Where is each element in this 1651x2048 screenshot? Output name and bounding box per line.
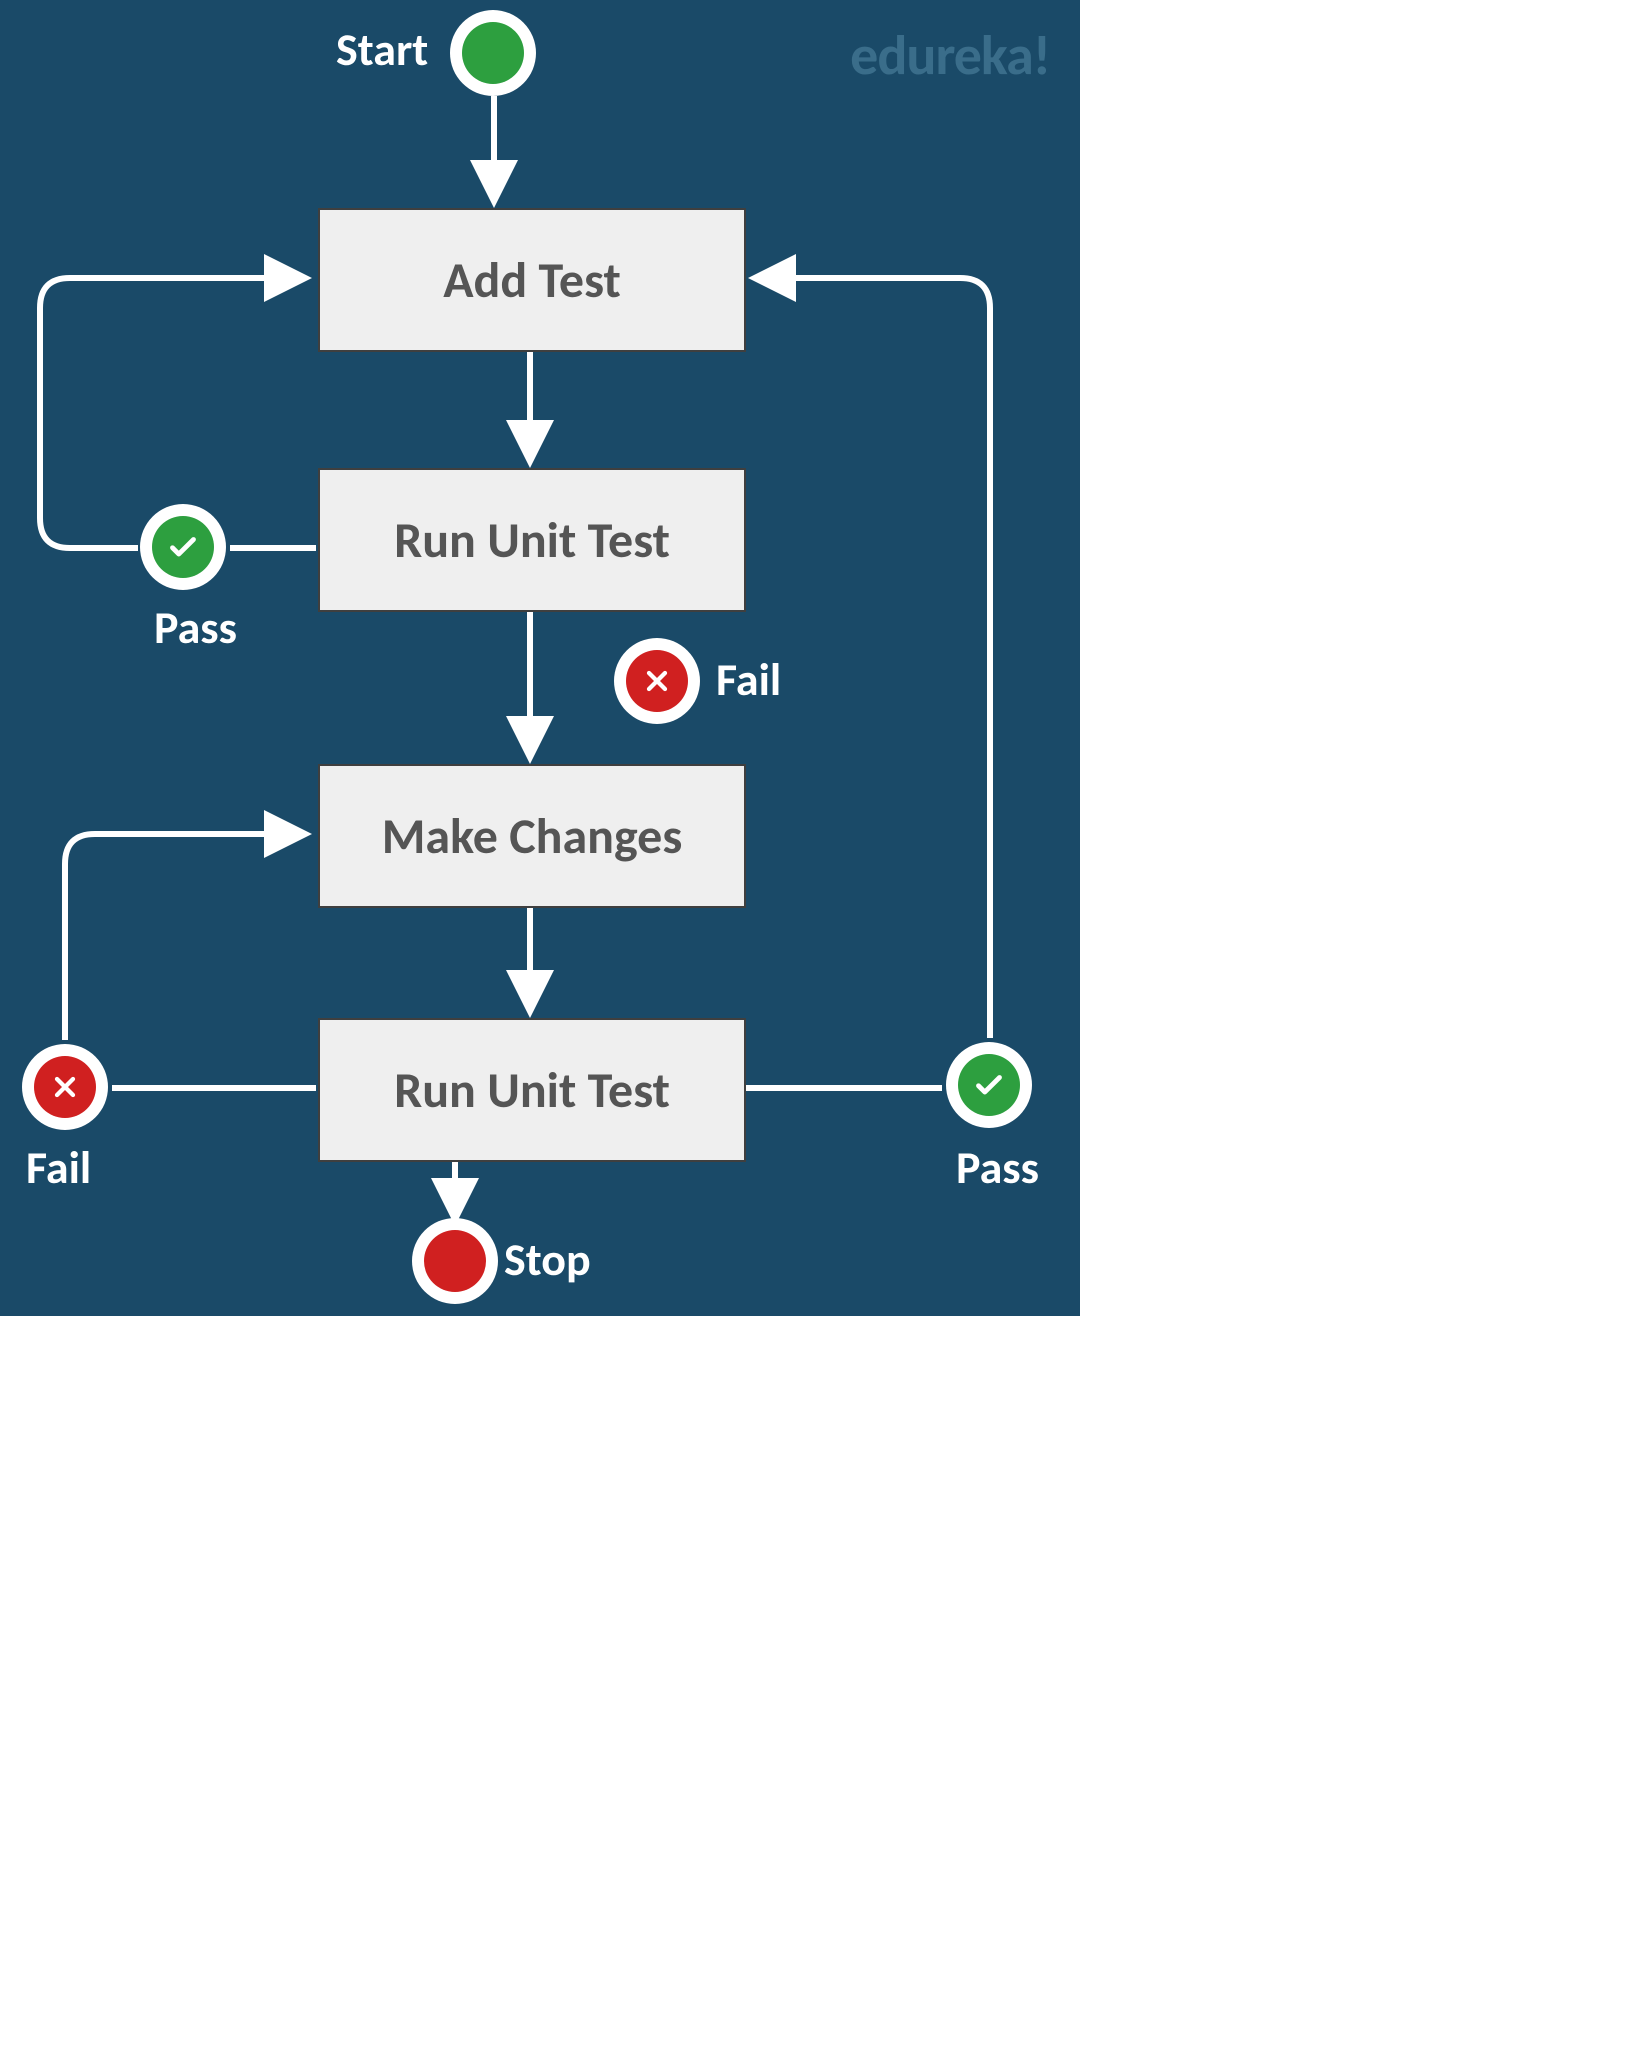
- box-run-unit-test-1: Run Unit Test: [318, 468, 746, 612]
- flowchart-canvas: edureka! Start Add Test Run Unit Test Ma…: [0, 0, 1080, 1316]
- check-icon: [946, 1042, 1032, 1128]
- box-run-unit-test-2: Run Unit Test: [318, 1018, 746, 1162]
- cross-icon: [614, 638, 700, 724]
- check-icon: [140, 504, 226, 590]
- box-add-test: Add Test: [318, 208, 746, 352]
- pass-label-1: Pass: [154, 600, 237, 656]
- start-label: Start: [336, 22, 428, 78]
- stop-label: Stop: [504, 1232, 591, 1288]
- start-node: [450, 10, 536, 96]
- cross-icon: [22, 1044, 108, 1130]
- stop-node: [412, 1218, 498, 1304]
- brand-logo: edureka!: [850, 22, 1050, 90]
- fail-label-2: Fail: [26, 1140, 91, 1196]
- pass-label-2: Pass: [956, 1140, 1039, 1196]
- box-make-changes: Make Changes: [318, 764, 746, 908]
- fail-label-1: Fail: [716, 652, 781, 708]
